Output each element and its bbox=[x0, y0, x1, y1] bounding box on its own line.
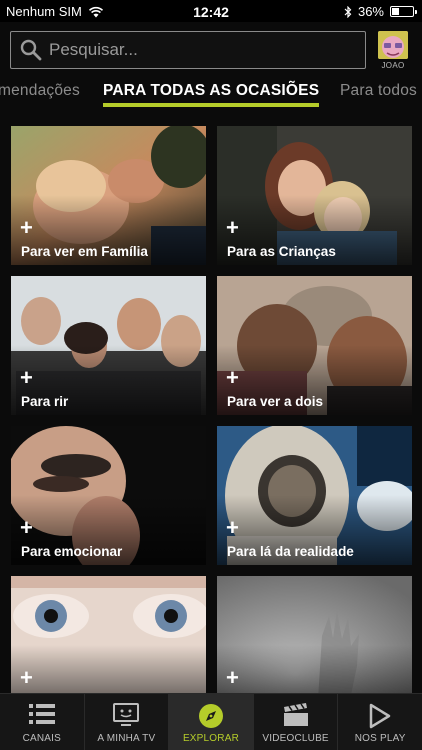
tab-para-todos[interactable]: Para todos bbox=[340, 82, 417, 100]
nav-label: A MINHA TV bbox=[97, 733, 156, 744]
plus-icon[interactable]: + bbox=[226, 367, 239, 389]
nav-a-minha-tv[interactable]: A MINHA TV bbox=[85, 694, 170, 750]
plus-icon[interactable]: + bbox=[226, 217, 239, 239]
active-tab-indicator bbox=[103, 103, 319, 107]
nav-label: VIDEOCLUBE bbox=[262, 733, 329, 744]
card-para-as-criancas[interactable]: + Para as Crianças bbox=[217, 126, 412, 265]
card-para-ver-em-familia[interactable]: + Para ver em Família bbox=[11, 126, 206, 265]
battery-percent: 36% bbox=[357, 4, 384, 19]
card-label: Para rir bbox=[21, 394, 69, 409]
tab-recomendacoes[interactable]: mendações bbox=[0, 82, 80, 100]
nav-videoclube[interactable]: VIDEOCLUBE bbox=[254, 694, 339, 750]
nav-explorar[interactable]: EXPLORAR bbox=[169, 694, 254, 750]
bluetooth-icon bbox=[344, 5, 352, 18]
nav-canais[interactable]: CANAIS bbox=[0, 694, 85, 750]
search-input[interactable] bbox=[49, 40, 339, 60]
plus-icon[interactable]: + bbox=[20, 667, 33, 689]
tv-icon bbox=[113, 703, 140, 726]
card-para-la-da-realidade[interactable]: + Para lá da realidade bbox=[217, 426, 412, 565]
plus-icon[interactable]: + bbox=[20, 217, 33, 239]
header: JOAO bbox=[0, 22, 422, 78]
play-icon bbox=[369, 703, 391, 729]
plus-icon[interactable]: + bbox=[20, 517, 33, 539]
category-tabs: mendações PARA TODAS AS OCASIÕES Para to… bbox=[0, 78, 422, 112]
search-bar[interactable] bbox=[10, 31, 366, 69]
compass-icon bbox=[198, 704, 223, 728]
clapperboard-icon bbox=[283, 703, 308, 726]
card-label: Para lá da realidade bbox=[227, 544, 354, 559]
bottom-nav: CANAIS A MINHA TV EXPLORAR VIDEOCLUBE NO… bbox=[0, 693, 422, 750]
card-label: Para as Crianças bbox=[227, 244, 336, 259]
plus-icon[interactable]: + bbox=[20, 367, 33, 389]
battery-icon bbox=[390, 6, 417, 17]
plus-icon[interactable]: + bbox=[226, 517, 239, 539]
card-label: Para ver em Família bbox=[21, 244, 148, 259]
card-para-rir[interactable]: + Para rir bbox=[11, 276, 206, 415]
tab-para-todas-as-ocasioes[interactable]: PARA TODAS AS OCASIÕES bbox=[103, 82, 319, 100]
avatar bbox=[378, 31, 408, 59]
nav-nos-play[interactable]: NOS PLAY bbox=[338, 694, 422, 750]
search-icon bbox=[20, 39, 42, 61]
card-label: Para emocionar bbox=[21, 544, 123, 559]
nav-label: EXPLORAR bbox=[182, 733, 240, 744]
nav-label: CANAIS bbox=[22, 733, 62, 744]
list-icon bbox=[28, 704, 55, 724]
card-para-ver-a-dois[interactable]: + Para ver a dois bbox=[217, 276, 412, 415]
card-para-emocionar[interactable]: + Para emocionar bbox=[11, 426, 206, 565]
plus-icon[interactable]: + bbox=[226, 667, 239, 689]
profile-name: JOAO bbox=[381, 61, 405, 70]
card-label: Para ver a dois bbox=[227, 394, 324, 409]
profile-button[interactable]: JOAO bbox=[378, 31, 408, 70]
nav-label: NOS PLAY bbox=[354, 733, 406, 744]
status-bar: Nenhum SIM 12:42 36% bbox=[0, 0, 422, 22]
